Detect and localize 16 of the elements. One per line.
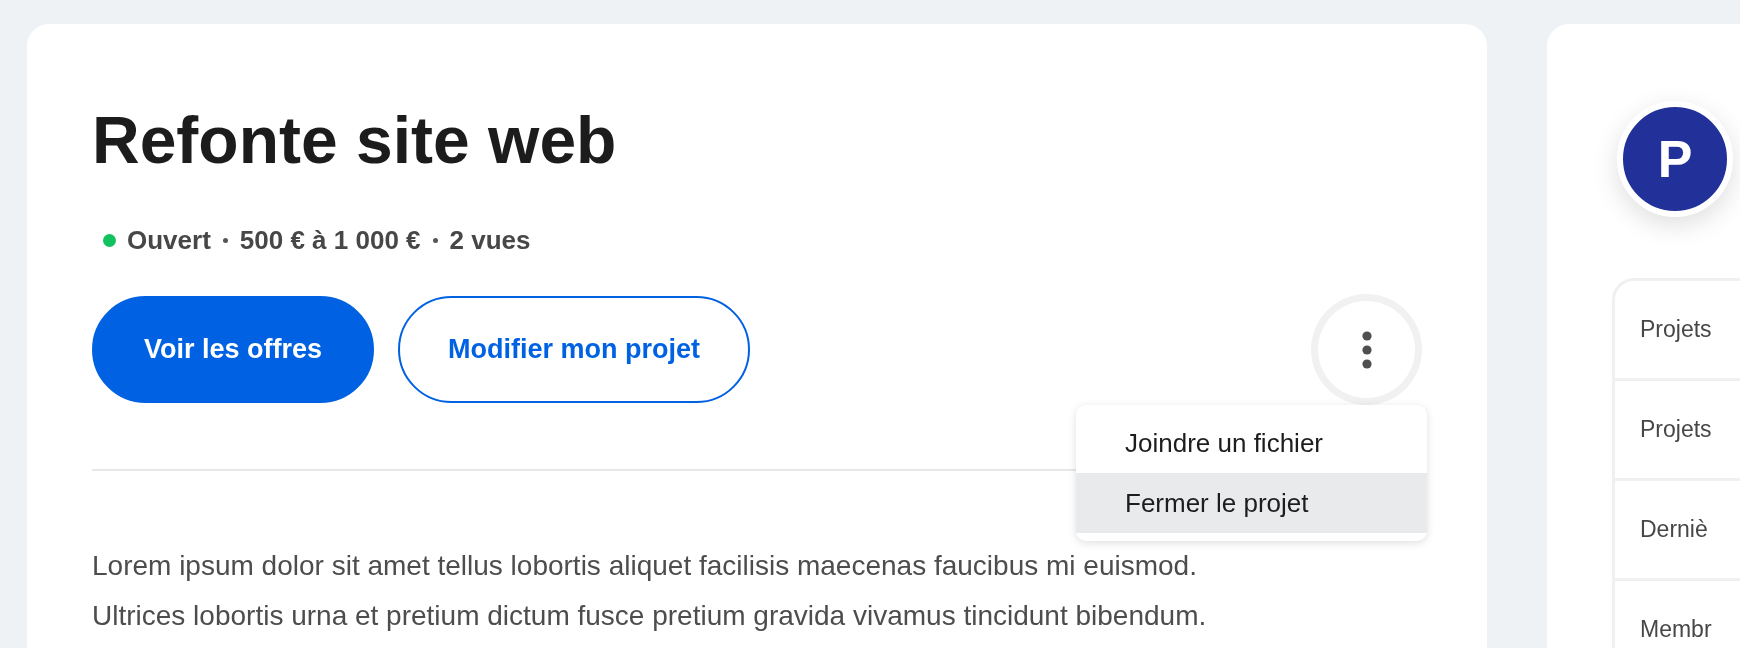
vertical-dots-icon bbox=[1361, 330, 1372, 369]
budget-text: 500 € à 1 000 € bbox=[239, 224, 421, 256]
status-label: Ouvert bbox=[127, 224, 211, 256]
stat-label: Projets bbox=[1640, 316, 1712, 343]
primary-button[interactable]: Voir les offres bbox=[92, 296, 375, 403]
stat-label: Membr bbox=[1640, 616, 1712, 643]
views-count: 2 vues bbox=[449, 224, 531, 256]
menu-item[interactable]: Fermer le projet bbox=[1076, 473, 1427, 533]
separator-dot-icon bbox=[222, 237, 228, 243]
menu-item[interactable]: Joindre un fichier bbox=[1076, 413, 1427, 473]
secondary-button[interactable]: Modifier mon projet bbox=[398, 296, 751, 403]
separator-dot-icon bbox=[432, 237, 438, 243]
stat-label: Derniè bbox=[1640, 516, 1708, 543]
description-text: Lorem ipsum dolor sit amet tellus lobortis aliquet facilisis maecenas faucibus mi euismod. Ultrices lobortis urna et pretium dictum fusce pretium gravida vivamus tincidunt bibendum. bbox=[92, 549, 1207, 633]
project-title: Refonte site web bbox=[92, 102, 617, 179]
stat-label: Projets bbox=[1640, 416, 1712, 443]
